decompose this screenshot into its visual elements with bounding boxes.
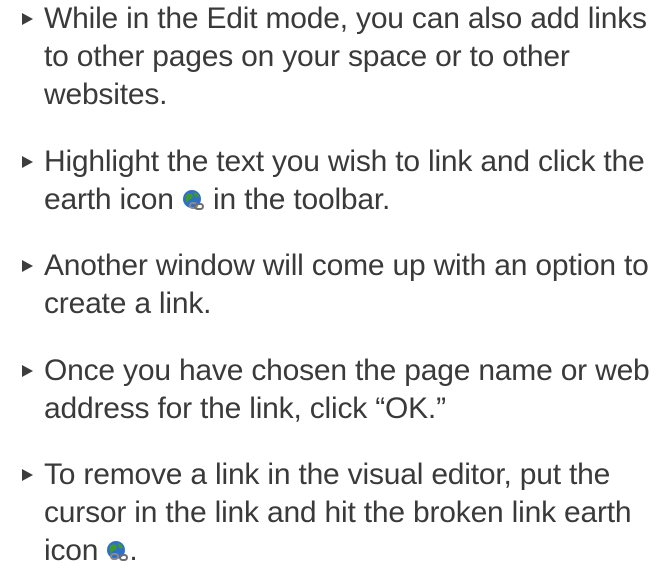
bullet-arrow-icon: [22, 13, 33, 25]
bullet-arrow-icon: [22, 365, 33, 377]
list-item-text: To remove a link in the visual editor, p…: [44, 456, 666, 570]
list-item-text-after: .: [129, 534, 138, 567]
list-item-text: While in the Edit mode, you can also add…: [44, 2, 647, 111]
list-item-text-after: in the toolbar.: [213, 183, 391, 216]
list-item-text: Once you have chosen the page name or we…: [44, 354, 650, 425]
bullet-arrow-icon: [22, 469, 33, 481]
bullet-arrow-icon: [22, 156, 33, 168]
list-item-text: Highlight the text you wish to link and …: [44, 143, 666, 219]
bullet-arrow-icon: [22, 260, 33, 272]
earth-link-icon: [182, 189, 205, 212]
list-item-text: Another window will come up with an opti…: [44, 249, 649, 320]
